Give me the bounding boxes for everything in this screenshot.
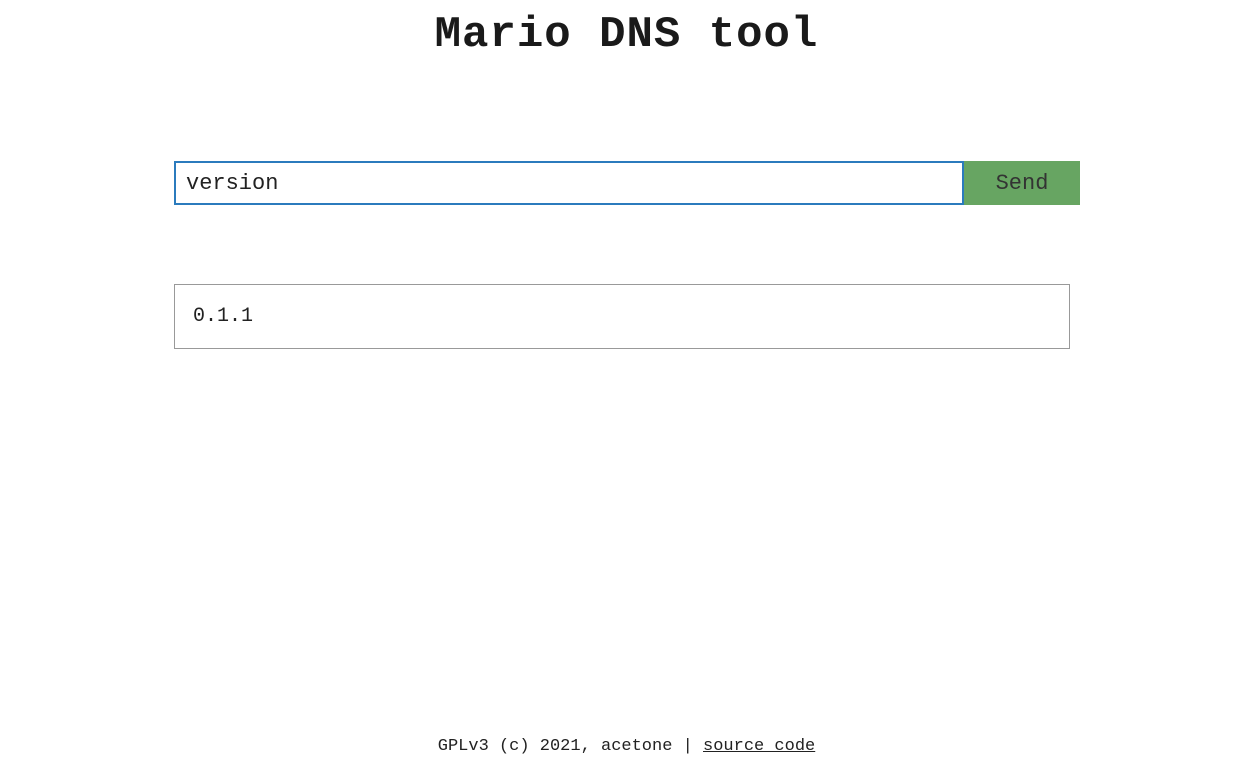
output-box: 0.1.1 bbox=[174, 284, 1070, 349]
footer-license: GPLv3 (c) 2021, acetone | bbox=[438, 737, 703, 756]
output-text: 0.1.1 bbox=[193, 305, 253, 328]
source-code-link[interactable]: source code bbox=[703, 737, 815, 756]
command-form: Send bbox=[174, 161, 1080, 205]
footer: GPLv3 (c) 2021, acetone | source code bbox=[0, 737, 1253, 756]
command-input[interactable] bbox=[174, 161, 964, 205]
page-title: Mario DNS tool bbox=[0, 0, 1253, 60]
send-button[interactable]: Send bbox=[964, 161, 1080, 205]
